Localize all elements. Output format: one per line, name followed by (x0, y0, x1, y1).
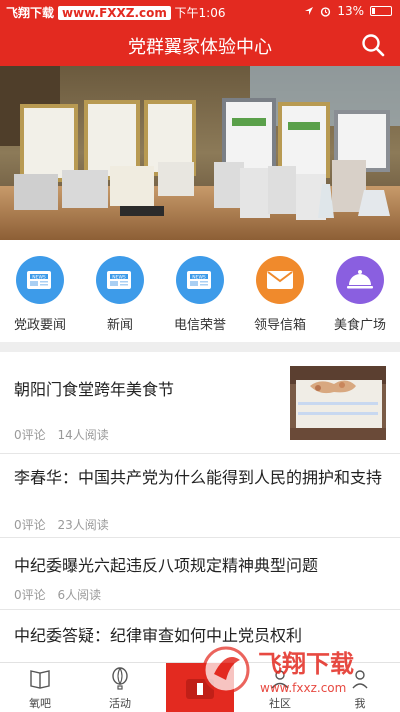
battery-text: 13% (337, 4, 364, 18)
svg-text:NEWS: NEWS (32, 275, 46, 281)
watermark-url: www.fxxz.com (260, 681, 346, 695)
quick-nav-item-leader-mailbox[interactable]: 领导信箱 (240, 256, 320, 333)
location-arrow-icon (305, 7, 314, 15)
news-meta: 0评论 23人阅读 (14, 516, 109, 533)
quick-nav-item-news[interactable]: NEWS 新闻 (80, 256, 160, 333)
section-divider (0, 342, 400, 352)
tab-activities[interactable]: 活动 (80, 663, 160, 712)
banner-carousel[interactable] (0, 66, 400, 240)
quick-nav-label: 电信荣誉 (173, 318, 226, 333)
news-meta: 0评论 6人阅读 (14, 586, 101, 603)
news-title[interactable]: 中纪委曝光六起违反八项规定精神典型问题 (14, 554, 386, 578)
news-title[interactable]: 朝阳门食堂跨年美食节 (14, 378, 274, 402)
svg-text:NEWS: NEWS (112, 275, 126, 281)
news-thumbnail[interactable] (290, 366, 386, 440)
awards-banner-image[interactable] (0, 66, 400, 240)
news-item[interactable]: 中纪委曝光六起违反八项规定精神典型问题 0评论 6人阅读 (0, 538, 400, 610)
site-watermark: 飞翔下载 www.fxxz.com (196, 640, 386, 700)
balloon-icon (112, 667, 128, 690)
search-icon[interactable] (360, 32, 386, 58)
quick-nav-label: 领导信箱 (253, 318, 306, 333)
nav-bar: 党群翼家体验中心 (0, 24, 400, 66)
quick-nav-item-party-news[interactable]: NEWS 党政要闻 (0, 256, 80, 333)
news-meta: 0评论 14人阅读 (14, 426, 109, 443)
status-bar: 飞翔下载 www.FXXZ.com 下午1:06 13% (0, 0, 400, 24)
quick-nav-label: 党政要闻 (13, 318, 66, 333)
read-count: 6人阅读 (57, 588, 102, 602)
news-item[interactable]: 朝阳门食堂跨年美食节 0评论 14人阅读 (0, 352, 400, 454)
quick-nav-item-food-plaza[interactable]: 美食广场 (320, 256, 400, 333)
news-icon: NEWS (96, 256, 144, 304)
alarm-icon (321, 6, 331, 17)
read-count: 23人阅读 (57, 518, 109, 532)
quick-nav-label: 新闻 (106, 318, 133, 333)
mail-icon (256, 256, 304, 304)
watermark-brand-text: 飞翔下载 (258, 650, 354, 678)
food-photo-image (290, 366, 386, 440)
tab-oxygen-bar[interactable]: 氧吧 (0, 663, 80, 712)
status-right: 13% (304, 4, 392, 18)
svg-text:NEWS: NEWS (192, 275, 206, 281)
news-item[interactable]: 李春华：中国共产党为什么能得到人民的拥护和支持 0评论 23人阅读 (0, 454, 400, 538)
read-count: 14人阅读 (57, 428, 109, 442)
news-icon: NEWS (16, 256, 64, 304)
tab-label: 活动 (109, 697, 131, 710)
comment-count: 0评论 (14, 428, 46, 442)
comment-count: 0评论 (14, 518, 46, 532)
news-icon: NEWS (176, 256, 224, 304)
quick-nav: NEWS 党政要闻 NEWS 新闻 NEWS 电信荣誉 领导信箱 美食广场 (0, 240, 400, 342)
battery-icon (370, 6, 392, 16)
page-title: 党群翼家体验中心 (128, 37, 272, 58)
food-cloche-icon (336, 256, 384, 304)
news-title[interactable]: 李春华：中国共产党为什么能得到人民的拥护和支持 (14, 466, 386, 490)
comment-count: 0评论 (14, 588, 46, 602)
tab-label: 氧吧 (29, 697, 51, 710)
quick-nav-label: 美食广场 (333, 318, 386, 333)
book-icon (30, 670, 50, 689)
quick-nav-item-telecom-honors[interactable]: NEWS 电信荣誉 (160, 256, 240, 333)
